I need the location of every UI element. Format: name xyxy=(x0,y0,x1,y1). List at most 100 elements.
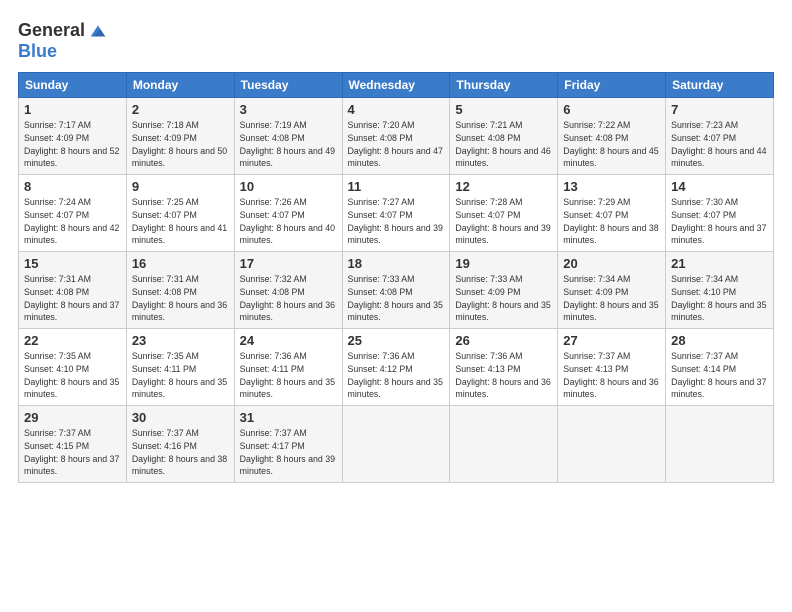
calendar-cell: 4 Sunrise: 7:20 AMSunset: 4:08 PMDayligh… xyxy=(342,98,450,175)
weekday-header-wednesday: Wednesday xyxy=(342,73,450,98)
day-info: Sunrise: 7:25 AMSunset: 4:07 PMDaylight:… xyxy=(132,197,227,245)
calendar-cell: 29 Sunrise: 7:37 AMSunset: 4:15 PMDaylig… xyxy=(19,406,127,483)
day-number: 30 xyxy=(132,410,229,425)
day-number: 17 xyxy=(240,256,337,271)
calendar-header: SundayMondayTuesdayWednesdayThursdayFrid… xyxy=(19,73,774,98)
calendar-cell: 22 Sunrise: 7:35 AMSunset: 4:10 PMDaylig… xyxy=(19,329,127,406)
day-info: Sunrise: 7:36 AMSunset: 4:11 PMDaylight:… xyxy=(240,351,335,399)
day-number: 20 xyxy=(563,256,660,271)
day-info: Sunrise: 7:36 AMSunset: 4:12 PMDaylight:… xyxy=(348,351,443,399)
calendar-cell: 7 Sunrise: 7:23 AMSunset: 4:07 PMDayligh… xyxy=(666,98,774,175)
day-number: 8 xyxy=(24,179,121,194)
day-number: 14 xyxy=(671,179,768,194)
day-info: Sunrise: 7:20 AMSunset: 4:08 PMDaylight:… xyxy=(348,120,443,168)
calendar-cell: 14 Sunrise: 7:30 AMSunset: 4:07 PMDaylig… xyxy=(666,175,774,252)
day-number: 12 xyxy=(455,179,552,194)
calendar-cell xyxy=(342,406,450,483)
day-info: Sunrise: 7:23 AMSunset: 4:07 PMDaylight:… xyxy=(671,120,766,168)
calendar-cell: 9 Sunrise: 7:25 AMSunset: 4:07 PMDayligh… xyxy=(126,175,234,252)
day-info: Sunrise: 7:34 AMSunset: 4:09 PMDaylight:… xyxy=(563,274,658,322)
day-info: Sunrise: 7:33 AMSunset: 4:08 PMDaylight:… xyxy=(348,274,443,322)
calendar-cell: 17 Sunrise: 7:32 AMSunset: 4:08 PMDaylig… xyxy=(234,252,342,329)
weekday-header-sunday: Sunday xyxy=(19,73,127,98)
day-number: 27 xyxy=(563,333,660,348)
calendar-cell: 6 Sunrise: 7:22 AMSunset: 4:08 PMDayligh… xyxy=(558,98,666,175)
day-info: Sunrise: 7:19 AMSunset: 4:08 PMDaylight:… xyxy=(240,120,335,168)
calendar-cell: 3 Sunrise: 7:19 AMSunset: 4:08 PMDayligh… xyxy=(234,98,342,175)
calendar-cell: 26 Sunrise: 7:36 AMSunset: 4:13 PMDaylig… xyxy=(450,329,558,406)
day-info: Sunrise: 7:17 AMSunset: 4:09 PMDaylight:… xyxy=(24,120,119,168)
calendar-cell: 8 Sunrise: 7:24 AMSunset: 4:07 PMDayligh… xyxy=(19,175,127,252)
day-number: 15 xyxy=(24,256,121,271)
calendar-cell: 23 Sunrise: 7:35 AMSunset: 4:11 PMDaylig… xyxy=(126,329,234,406)
day-number: 2 xyxy=(132,102,229,117)
calendar-cell: 20 Sunrise: 7:34 AMSunset: 4:09 PMDaylig… xyxy=(558,252,666,329)
logo: General Blue xyxy=(18,20,109,62)
calendar-cell: 10 Sunrise: 7:26 AMSunset: 4:07 PMDaylig… xyxy=(234,175,342,252)
calendar-cell: 24 Sunrise: 7:36 AMSunset: 4:11 PMDaylig… xyxy=(234,329,342,406)
weekday-header-thursday: Thursday xyxy=(450,73,558,98)
day-info: Sunrise: 7:26 AMSunset: 4:07 PMDaylight:… xyxy=(240,197,335,245)
day-info: Sunrise: 7:24 AMSunset: 4:07 PMDaylight:… xyxy=(24,197,119,245)
calendar-cell: 31 Sunrise: 7:37 AMSunset: 4:17 PMDaylig… xyxy=(234,406,342,483)
day-number: 16 xyxy=(132,256,229,271)
calendar-cell: 27 Sunrise: 7:37 AMSunset: 4:13 PMDaylig… xyxy=(558,329,666,406)
page-header: General Blue xyxy=(18,16,774,62)
day-number: 10 xyxy=(240,179,337,194)
day-info: Sunrise: 7:29 AMSunset: 4:07 PMDaylight:… xyxy=(563,197,658,245)
calendar-cell: 2 Sunrise: 7:18 AMSunset: 4:09 PMDayligh… xyxy=(126,98,234,175)
day-info: Sunrise: 7:37 AMSunset: 4:15 PMDaylight:… xyxy=(24,428,119,476)
day-number: 13 xyxy=(563,179,660,194)
day-info: Sunrise: 7:37 AMSunset: 4:13 PMDaylight:… xyxy=(563,351,658,399)
day-number: 21 xyxy=(671,256,768,271)
day-number: 31 xyxy=(240,410,337,425)
calendar-cell: 5 Sunrise: 7:21 AMSunset: 4:08 PMDayligh… xyxy=(450,98,558,175)
day-info: Sunrise: 7:31 AMSunset: 4:08 PMDaylight:… xyxy=(132,274,227,322)
day-number: 7 xyxy=(671,102,768,117)
calendar-cell xyxy=(666,406,774,483)
weekday-header-friday: Friday xyxy=(558,73,666,98)
calendar-cell: 1 Sunrise: 7:17 AMSunset: 4:09 PMDayligh… xyxy=(19,98,127,175)
weekday-header-tuesday: Tuesday xyxy=(234,73,342,98)
day-info: Sunrise: 7:37 AMSunset: 4:14 PMDaylight:… xyxy=(671,351,766,399)
day-info: Sunrise: 7:31 AMSunset: 4:08 PMDaylight:… xyxy=(24,274,119,322)
day-number: 24 xyxy=(240,333,337,348)
calendar-cell: 18 Sunrise: 7:33 AMSunset: 4:08 PMDaylig… xyxy=(342,252,450,329)
calendar-cell xyxy=(558,406,666,483)
logo-icon xyxy=(87,20,109,42)
calendar-cell: 16 Sunrise: 7:31 AMSunset: 4:08 PMDaylig… xyxy=(126,252,234,329)
day-number: 28 xyxy=(671,333,768,348)
calendar-table: SundayMondayTuesdayWednesdayThursdayFrid… xyxy=(18,72,774,483)
day-number: 23 xyxy=(132,333,229,348)
day-info: Sunrise: 7:37 AMSunset: 4:17 PMDaylight:… xyxy=(240,428,335,476)
day-number: 9 xyxy=(132,179,229,194)
calendar-cell: 15 Sunrise: 7:31 AMSunset: 4:08 PMDaylig… xyxy=(19,252,127,329)
day-number: 3 xyxy=(240,102,337,117)
calendar-cell: 21 Sunrise: 7:34 AMSunset: 4:10 PMDaylig… xyxy=(666,252,774,329)
day-info: Sunrise: 7:34 AMSunset: 4:10 PMDaylight:… xyxy=(671,274,766,322)
day-info: Sunrise: 7:27 AMSunset: 4:07 PMDaylight:… xyxy=(348,197,443,245)
calendar-cell: 12 Sunrise: 7:28 AMSunset: 4:07 PMDaylig… xyxy=(450,175,558,252)
day-info: Sunrise: 7:35 AMSunset: 4:11 PMDaylight:… xyxy=(132,351,227,399)
day-info: Sunrise: 7:18 AMSunset: 4:09 PMDaylight:… xyxy=(132,120,227,168)
day-number: 6 xyxy=(563,102,660,117)
day-number: 11 xyxy=(348,179,445,194)
day-info: Sunrise: 7:32 AMSunset: 4:08 PMDaylight:… xyxy=(240,274,335,322)
calendar-cell: 19 Sunrise: 7:33 AMSunset: 4:09 PMDaylig… xyxy=(450,252,558,329)
day-info: Sunrise: 7:33 AMSunset: 4:09 PMDaylight:… xyxy=(455,274,550,322)
day-number: 19 xyxy=(455,256,552,271)
day-number: 22 xyxy=(24,333,121,348)
day-number: 1 xyxy=(24,102,121,117)
calendar-cell xyxy=(450,406,558,483)
day-info: Sunrise: 7:21 AMSunset: 4:08 PMDaylight:… xyxy=(455,120,550,168)
day-info: Sunrise: 7:22 AMSunset: 4:08 PMDaylight:… xyxy=(563,120,658,168)
calendar-cell: 28 Sunrise: 7:37 AMSunset: 4:14 PMDaylig… xyxy=(666,329,774,406)
day-info: Sunrise: 7:36 AMSunset: 4:13 PMDaylight:… xyxy=(455,351,550,399)
day-number: 5 xyxy=(455,102,552,117)
calendar-cell: 25 Sunrise: 7:36 AMSunset: 4:12 PMDaylig… xyxy=(342,329,450,406)
day-info: Sunrise: 7:35 AMSunset: 4:10 PMDaylight:… xyxy=(24,351,119,399)
calendar-cell: 13 Sunrise: 7:29 AMSunset: 4:07 PMDaylig… xyxy=(558,175,666,252)
logo-blue-text: Blue xyxy=(18,41,57,61)
logo-general-text: General xyxy=(18,20,85,40)
day-info: Sunrise: 7:28 AMSunset: 4:07 PMDaylight:… xyxy=(455,197,550,245)
